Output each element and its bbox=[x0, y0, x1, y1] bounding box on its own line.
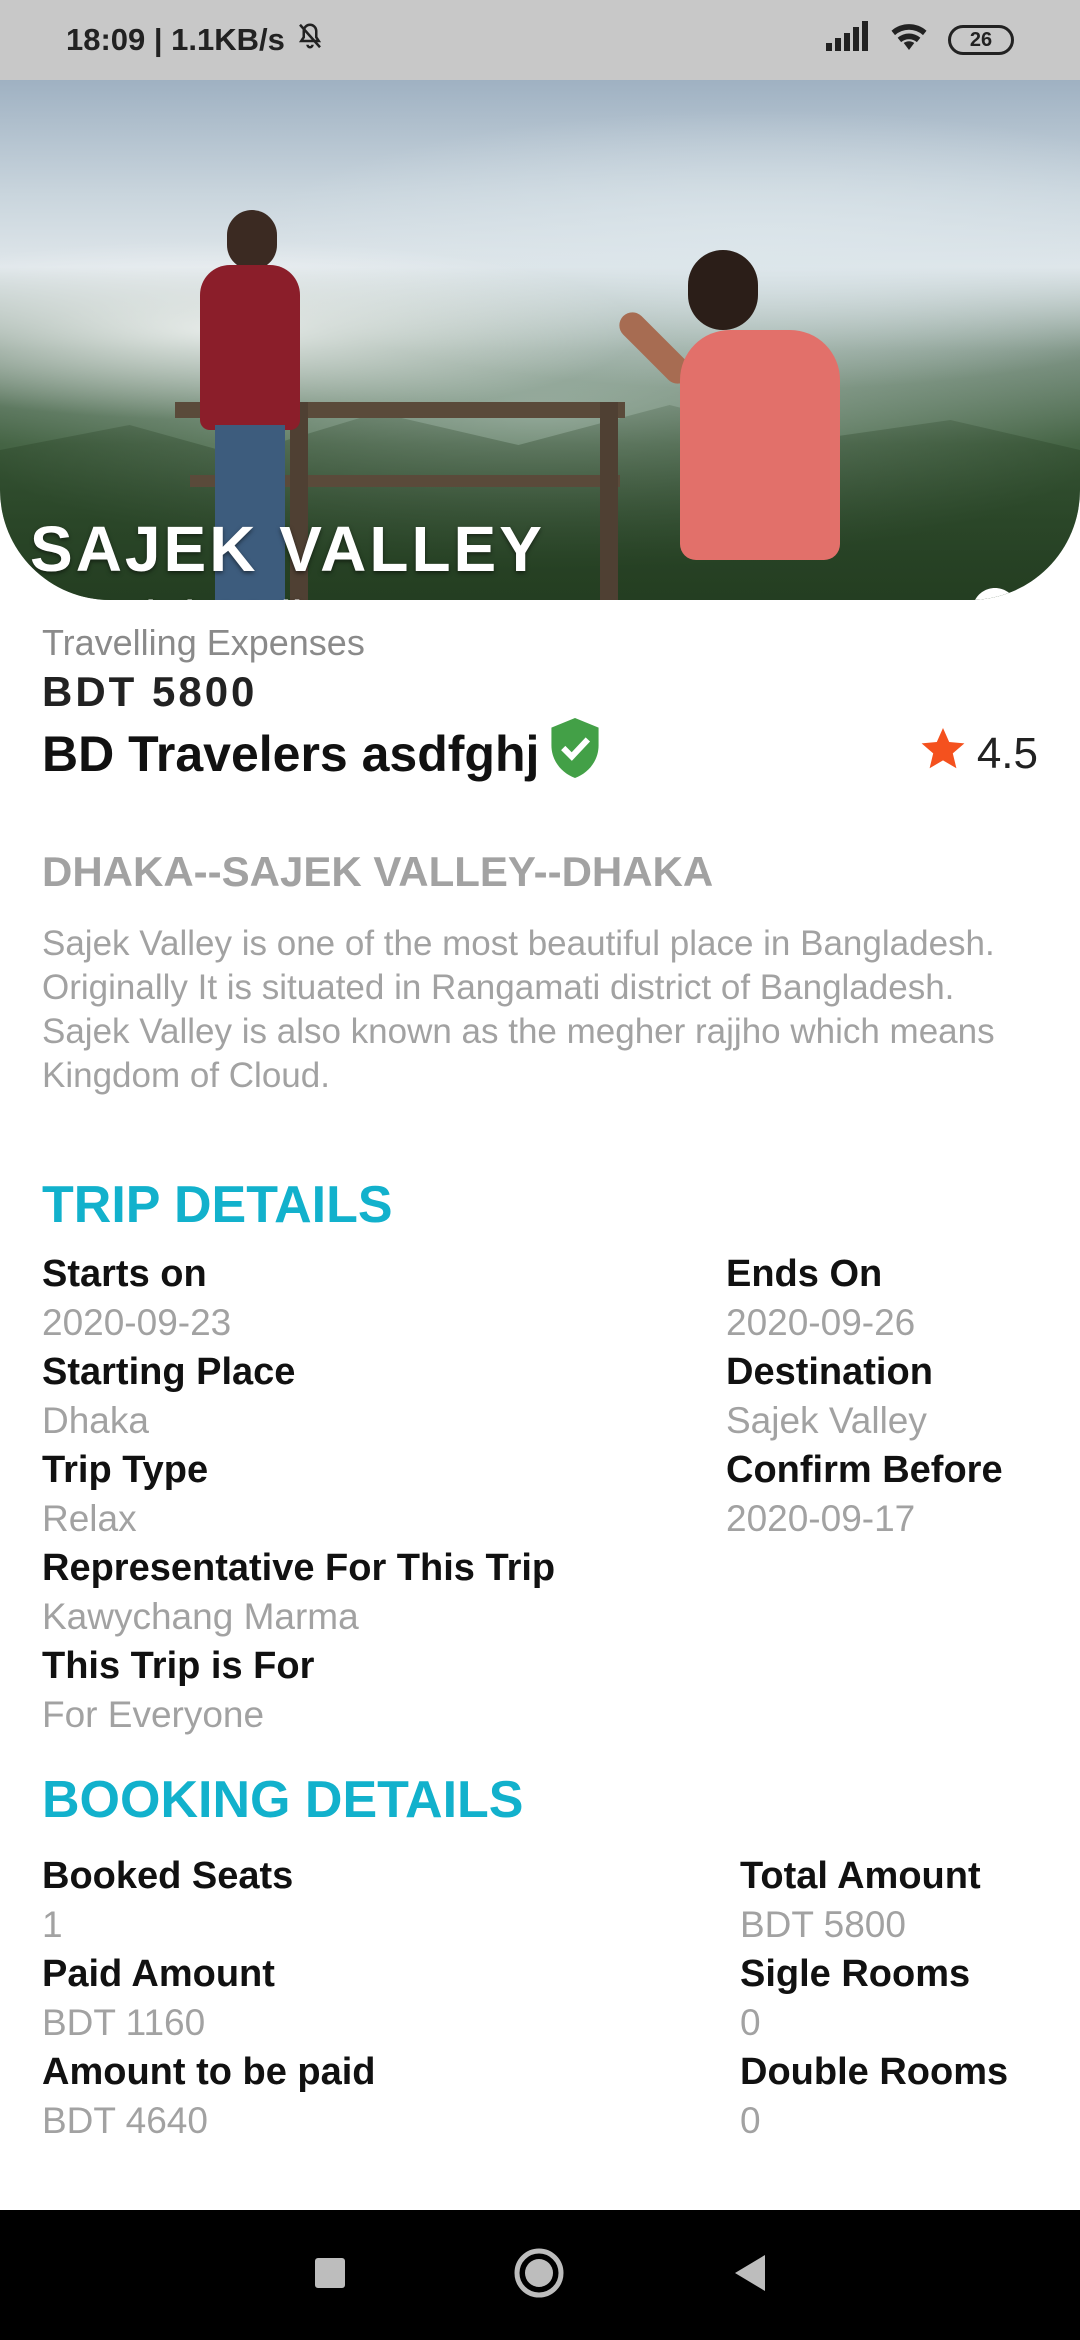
navigation-arrow-icon bbox=[26, 590, 72, 600]
hero-title: SAJEK VALLEY bbox=[30, 513, 545, 585]
home-circle-icon[interactable] bbox=[512, 2246, 566, 2305]
booking-details-left: Booked Seats 1 Paid Amount BDT 1160 Amou… bbox=[42, 1852, 376, 2146]
trip-type-label: Trip Type bbox=[42, 1449, 209, 1491]
starts-on-value: 2020-09-23 bbox=[42, 1302, 232, 1343]
paid-amount-value: BDT 1160 bbox=[42, 2002, 206, 2043]
ends-on-label: Ends On bbox=[726, 1253, 883, 1295]
battery-level: 26 bbox=[969, 28, 993, 51]
booking-details-section: BOOKING DETAILS bbox=[42, 1770, 1038, 1830]
booking-details-right: Total Amount BDT 5800 Sigle Rooms 0 Doub… bbox=[740, 1852, 1008, 2146]
battery-icon: 26 bbox=[948, 25, 1014, 55]
trip-for-value: For Everyone bbox=[42, 1694, 265, 1735]
bell-off-icon bbox=[295, 21, 325, 59]
signal-icon bbox=[826, 21, 870, 59]
trip-details-section: TRIP DETAILS bbox=[42, 1175, 1038, 1235]
total-amount-label: Total Amount bbox=[740, 1855, 981, 1897]
trip-details-title: TRIP DETAILS bbox=[42, 1176, 393, 1234]
starting-place-value: Dhaka bbox=[42, 1400, 149, 1441]
system-nav-bar bbox=[0, 2210, 1080, 2340]
verified-shield-icon bbox=[549, 718, 601, 790]
starting-place-label: Starting Place bbox=[42, 1351, 296, 1393]
wifi-icon bbox=[888, 20, 930, 60]
destination-value: Sajek Valley bbox=[726, 1400, 927, 1441]
agency[interactable]: BD Travelers asdfghj bbox=[42, 718, 601, 790]
status-time-speed: 18:09 | 1.1KB/s bbox=[66, 22, 285, 57]
map-pin-icon[interactable] bbox=[972, 588, 1018, 600]
trip-for-label: This Trip is For bbox=[42, 1645, 315, 1687]
summary-section: Travelling Expenses BDT 5800 BD Traveler… bbox=[42, 622, 1038, 790]
trip-type-value: Relax bbox=[42, 1498, 137, 1539]
double-rooms-value: 0 bbox=[740, 2100, 761, 2141]
representative-label: Representative For This Trip bbox=[42, 1547, 556, 1589]
hero-location-text: Sajek Valley bbox=[84, 590, 355, 600]
hero-image: SAJEK VALLEY Sajek Valley bbox=[0, 80, 1080, 600]
back-triangle-icon[interactable] bbox=[731, 2253, 767, 2298]
status-bar: 18:09 | 1.1KB/s 26 bbox=[0, 0, 1080, 80]
double-rooms-label: Double Rooms bbox=[740, 2051, 1009, 2093]
agency-name: BD Travelers asdfghj bbox=[42, 726, 540, 782]
hero-location: Sajek Valley bbox=[26, 590, 355, 600]
paid-amount-label: Paid Amount bbox=[42, 1953, 275, 1995]
trip-description: Sajek Valley is one of the most beautifu… bbox=[42, 924, 995, 1095]
trip-details-left: Starts on 2020-09-23 Starting Place Dhak… bbox=[42, 1250, 555, 1740]
trip-price: BDT 5800 bbox=[42, 668, 258, 715]
hero-person-photographing bbox=[600, 250, 850, 600]
destination-label: Destination bbox=[726, 1351, 933, 1393]
rating-value: 4.5 bbox=[976, 729, 1038, 778]
single-rooms-value: 0 bbox=[740, 2002, 761, 2043]
trip-details-right: Ends On 2020-09-26 Destination Sajek Val… bbox=[726, 1250, 1003, 1544]
representative-value: Kawychang Marma bbox=[42, 1596, 359, 1637]
amount-due-value: BDT 4640 bbox=[42, 2100, 208, 2141]
rating: 4.5 bbox=[919, 725, 1038, 784]
confirm-before-label: Confirm Before bbox=[726, 1449, 1003, 1491]
trip-route: DHAKA--SAJEK VALLEY--DHAKA bbox=[42, 848, 714, 895]
amount-due-label: Amount to be paid bbox=[42, 2051, 376, 2093]
ends-on-value: 2020-09-26 bbox=[726, 1302, 916, 1343]
starts-on-label: Starts on bbox=[42, 1253, 207, 1295]
agency-row: BD Travelers asdfghj 4.5 bbox=[42, 718, 1038, 790]
star-icon bbox=[919, 725, 967, 784]
booked-seats-value: 1 bbox=[42, 1904, 63, 1945]
single-rooms-label: Sigle Rooms bbox=[740, 1953, 971, 1995]
recents-square-icon[interactable] bbox=[313, 2256, 347, 2295]
status-left: 18:09 | 1.1KB/s bbox=[66, 21, 325, 59]
confirm-before-value: 2020-09-17 bbox=[726, 1498, 916, 1539]
total-amount-value: BDT 5800 bbox=[740, 1904, 906, 1945]
booked-seats-label: Booked Seats bbox=[42, 1855, 294, 1897]
booking-details-title: BOOKING DETAILS bbox=[42, 1771, 524, 1829]
status-right: 26 bbox=[826, 20, 1014, 60]
expenses-label: Travelling Expenses bbox=[42, 622, 365, 663]
route-section: DHAKA--SAJEK VALLEY--DHAKA Sajek Valley … bbox=[42, 848, 1038, 1098]
